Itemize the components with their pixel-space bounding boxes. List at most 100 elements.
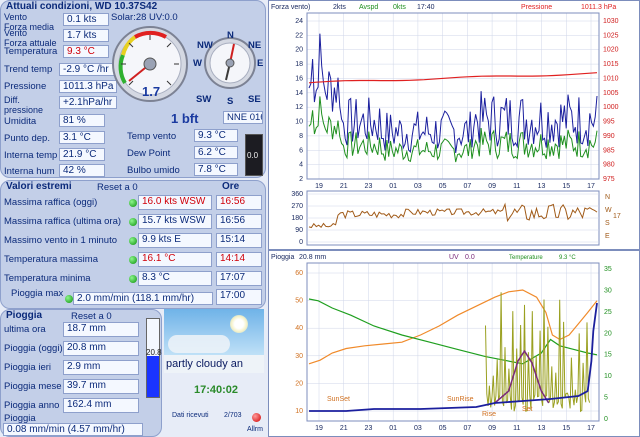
rain-y-right-tick: 20: [604, 330, 612, 337]
extreme-row-value: 16.1 °C: [138, 252, 212, 267]
rain-legend-title: Pioggia: [271, 254, 294, 261]
extreme-row-value: 15.7 kts WSW: [138, 214, 212, 229]
extreme-row-time: 16:56: [216, 214, 262, 229]
direction-y-tick: 180: [291, 215, 303, 222]
rain-y-tick: 30: [295, 353, 303, 360]
rain-max-value: 2.0 mm/min (118.1 mm/hr): [73, 292, 213, 305]
rain-y-right-tick: 25: [604, 309, 612, 316]
wind-now-label: Vento Forza attuale: [4, 28, 57, 48]
pressure-label: Pressione: [4, 81, 47, 92]
weather-time: 17:40:02: [194, 384, 239, 396]
rain-rate-value: 0.08 mm/min (4.57 mm/hr): [3, 423, 143, 436]
extreme-row-label: Massima raffica (ultima ora): [4, 216, 122, 227]
direction-y-tick: 270: [291, 203, 303, 210]
data-received-count: 2/703: [224, 412, 242, 419]
wind-legend-pressure-value: 1011.3 hPa: [581, 4, 616, 11]
extreme-row-status-icon: [129, 199, 137, 207]
wind-x-tick: 21: [340, 183, 348, 190]
rain-row-value: 20.8 mm: [63, 341, 139, 356]
wind-y-right-tick: 1025: [603, 32, 619, 39]
wind-now-value: 1.7 kts: [63, 29, 109, 42]
wind-y-tick: 4: [299, 162, 303, 169]
wind-x-tick: 03: [414, 183, 422, 190]
wind-y-tick: 8: [299, 133, 303, 140]
wind-y-tick: 14: [295, 90, 303, 97]
wetbulb-value: 7.8 °C: [194, 163, 238, 176]
wind-y-right-tick: 1020: [603, 47, 619, 54]
rain-x-tick: 13: [538, 425, 546, 432]
temp-value: 9.3 °C: [63, 45, 109, 58]
extreme-row-value: 16.0 kts WSW: [138, 195, 212, 210]
extreme-row-time: 14:14: [216, 252, 262, 267]
compass-e: E: [257, 58, 264, 69]
rain-row-value: 162.4 mm: [63, 398, 139, 413]
set-annotation: Set: [522, 406, 533, 413]
rain-legend-temp-value: 9.3 °C: [559, 255, 576, 261]
rain-x-tick: 21: [340, 425, 348, 432]
rise-annotation: Rise: [482, 411, 496, 418]
humidity-value: 81 %: [59, 114, 105, 127]
rain-row-value: 39.7 mm: [63, 379, 139, 394]
rain-chart-bg: [269, 251, 639, 436]
compass-sw: SW: [196, 94, 212, 105]
rain-chart-svg: Pioggia 20.8 mm UV 0.0 Temperature 9.3 °C6050…: [269, 251, 639, 436]
extremes-reset-button[interactable]: Reset a 0: [97, 183, 138, 193]
rain-y-tick: 20: [295, 380, 303, 387]
diff-pressure-value: +2.1hPa/hr: [59, 96, 117, 109]
sunrise-annotation: SunRise: [447, 396, 474, 403]
rain-y-right-tick: 15: [604, 352, 612, 359]
trend-temp-value: -2.9 °C /hr: [59, 63, 117, 76]
wind-chart-svg: Forza vento) 2kts Avspd 0kts 17:40 Pressione 1…: [269, 1, 639, 249]
rain-chart: Pioggia 20.8 mm UV 0.0 Temperature 9.3 °C 60 50…: [268, 250, 640, 437]
extreme-row-status-icon: [129, 275, 137, 283]
pressure-value: 1011.3 hPa: [59, 80, 117, 93]
wind-y-right-tick: 1000: [603, 104, 619, 111]
rain-reset-button[interactable]: Reset a 0: [71, 312, 112, 322]
dew-label: Punto dep.: [4, 133, 50, 144]
wind-y-tick: 12: [295, 104, 303, 111]
rain-row-label: ultima ora: [4, 324, 46, 335]
direction-y-tick: 360: [291, 191, 303, 198]
direction-side-label: N: [605, 194, 610, 201]
wind-x-tick: 05: [439, 183, 447, 190]
wind-y-right-tick: 990: [603, 133, 615, 140]
extremes-panel: Valori estremi Reset a 0 Ore Massima raf…: [0, 180, 266, 309]
extreme-row-label: Massimo vento in 1 minuto: [4, 235, 117, 246]
solar-uv-text: Solar:28 UV:0.0: [111, 12, 178, 23]
alarm-icon[interactable]: [252, 413, 261, 422]
rain-x-tick: 09: [488, 425, 496, 432]
rain-y-right-tick: 10: [604, 373, 612, 380]
extreme-row-status-icon: [129, 256, 137, 264]
cloud-icon: [168, 335, 230, 353]
direction-side-label: E: [605, 233, 610, 240]
wind-avg-value: 0.1 kts: [63, 13, 109, 26]
rain-y-tick: 50: [295, 298, 303, 305]
int-hum-value: 42 %: [59, 164, 105, 177]
direction-side-label: W: [605, 207, 612, 214]
extreme-row-value: 8.3 °C: [138, 271, 212, 286]
extreme-row-label: Massima raffica (oggi): [4, 197, 98, 208]
wetbulb-label: Bulbo umido: [127, 165, 180, 176]
wind-y-tick: 2: [299, 176, 303, 183]
rain-y-tick: 10: [295, 408, 303, 415]
rain-legend-uv-value: 0.0: [465, 254, 475, 261]
rain-x-tick: 19: [315, 425, 323, 432]
rain-y-right-tick: 30: [604, 287, 612, 294]
wind-legend-pressure: Pressione: [521, 4, 552, 11]
extreme-row-time: 16:56: [216, 195, 262, 210]
dewpoint-value: 6.2 °C: [194, 146, 238, 159]
wind-x-tick: 17: [587, 183, 595, 190]
rain-legend-temp: Temperature: [509, 255, 543, 261]
extreme-row-status-icon: [129, 237, 137, 245]
direction-y-tick: 0: [299, 239, 303, 246]
wind-y-tick: 18: [295, 61, 303, 68]
wind-y-right-tick: 1015: [603, 61, 619, 68]
dewpoint-label: Dew Point: [127, 148, 171, 159]
rain-y-right-tick: 5: [604, 395, 608, 402]
wind-y-right-tick: 980: [603, 162, 615, 169]
alarm-label: Allrm: [247, 426, 263, 433]
gauge-value: 1.7: [142, 84, 161, 99]
wind-y-tick: 24: [295, 18, 303, 25]
wind-y-right-tick: 1005: [603, 90, 619, 97]
wind-x-tick: 13: [538, 183, 546, 190]
